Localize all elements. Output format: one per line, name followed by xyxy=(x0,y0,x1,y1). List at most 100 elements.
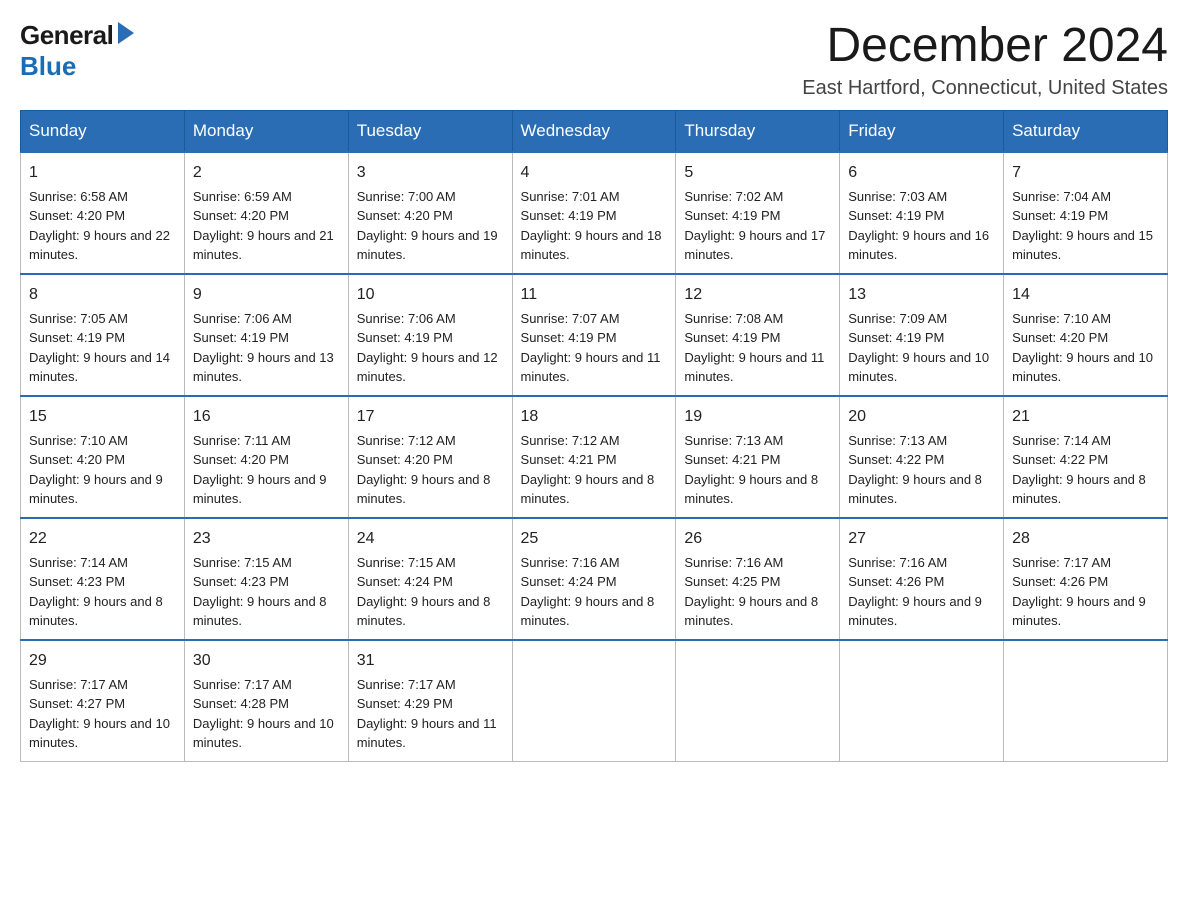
calendar-cell: 13 Sunrise: 7:09 AM Sunset: 4:19 PM Dayl… xyxy=(840,274,1004,396)
calendar-cell: 17 Sunrise: 7:12 AM Sunset: 4:20 PM Dayl… xyxy=(348,396,512,518)
header-tuesday: Tuesday xyxy=(348,110,512,152)
daylight-label: Daylight: 9 hours and 10 minutes. xyxy=(29,716,170,751)
daylight-label: Daylight: 9 hours and 8 minutes. xyxy=(357,472,491,507)
calendar-cell: 27 Sunrise: 7:16 AM Sunset: 4:26 PM Dayl… xyxy=(840,518,1004,640)
day-number: 9 xyxy=(193,283,340,307)
day-number: 29 xyxy=(29,649,176,673)
sunrise-label: Sunrise: 7:06 AM xyxy=(357,311,456,326)
daylight-label: Daylight: 9 hours and 11 minutes. xyxy=(357,716,497,751)
sunset-label: Sunset: 4:19 PM xyxy=(521,208,617,223)
daylight-label: Daylight: 9 hours and 10 minutes. xyxy=(1012,350,1153,385)
sunrise-label: Sunrise: 6:59 AM xyxy=(193,189,292,204)
logo: General Blue xyxy=(20,20,136,82)
sunset-label: Sunset: 4:19 PM xyxy=(848,208,944,223)
sunrise-label: Sunrise: 6:58 AM xyxy=(29,189,128,204)
sunset-label: Sunset: 4:23 PM xyxy=(193,574,289,589)
sunset-label: Sunset: 4:19 PM xyxy=(357,330,453,345)
sunrise-label: Sunrise: 7:17 AM xyxy=(193,677,292,692)
calendar-cell: 22 Sunrise: 7:14 AM Sunset: 4:23 PM Dayl… xyxy=(21,518,185,640)
calendar-header-row: Sunday Monday Tuesday Wednesday Thursday… xyxy=(21,110,1168,152)
sunset-label: Sunset: 4:20 PM xyxy=(193,452,289,467)
sunrise-label: Sunrise: 7:06 AM xyxy=(193,311,292,326)
daylight-label: Daylight: 9 hours and 15 minutes. xyxy=(1012,228,1153,263)
daylight-label: Daylight: 9 hours and 19 minutes. xyxy=(357,228,498,263)
sunrise-label: Sunrise: 7:17 AM xyxy=(29,677,128,692)
sunset-label: Sunset: 4:20 PM xyxy=(357,208,453,223)
sunset-label: Sunset: 4:19 PM xyxy=(193,330,289,345)
sunset-label: Sunset: 4:21 PM xyxy=(684,452,780,467)
calendar-cell: 16 Sunrise: 7:11 AM Sunset: 4:20 PM Dayl… xyxy=(184,396,348,518)
daylight-label: Daylight: 9 hours and 9 minutes. xyxy=(1012,594,1146,629)
day-number: 2 xyxy=(193,161,340,185)
calendar-cell: 8 Sunrise: 7:05 AM Sunset: 4:19 PM Dayli… xyxy=(21,274,185,396)
sunset-label: Sunset: 4:22 PM xyxy=(848,452,944,467)
sunset-label: Sunset: 4:19 PM xyxy=(684,330,780,345)
sunset-label: Sunset: 4:20 PM xyxy=(29,452,125,467)
day-number: 30 xyxy=(193,649,340,673)
calendar-week-3: 15 Sunrise: 7:10 AM Sunset: 4:20 PM Dayl… xyxy=(21,396,1168,518)
daylight-label: Daylight: 9 hours and 18 minutes. xyxy=(521,228,662,263)
sunset-label: Sunset: 4:25 PM xyxy=(684,574,780,589)
daylight-label: Daylight: 9 hours and 10 minutes. xyxy=(848,350,989,385)
calendar-cell: 11 Sunrise: 7:07 AM Sunset: 4:19 PM Dayl… xyxy=(512,274,676,396)
day-number: 23 xyxy=(193,527,340,551)
calendar-cell: 12 Sunrise: 7:08 AM Sunset: 4:19 PM Dayl… xyxy=(676,274,840,396)
calendar-cell xyxy=(512,640,676,762)
sunrise-label: Sunrise: 7:17 AM xyxy=(357,677,456,692)
header-thursday: Thursday xyxy=(676,110,840,152)
calendar-cell: 9 Sunrise: 7:06 AM Sunset: 4:19 PM Dayli… xyxy=(184,274,348,396)
sunrise-label: Sunrise: 7:14 AM xyxy=(1012,433,1111,448)
sunset-label: Sunset: 4:20 PM xyxy=(193,208,289,223)
logo-blue-text: Blue xyxy=(20,51,76,81)
day-number: 25 xyxy=(521,527,668,551)
calendar-cell: 31 Sunrise: 7:17 AM Sunset: 4:29 PM Dayl… xyxy=(348,640,512,762)
calendar-cell: 14 Sunrise: 7:10 AM Sunset: 4:20 PM Dayl… xyxy=(1004,274,1168,396)
sunrise-label: Sunrise: 7:10 AM xyxy=(1012,311,1111,326)
day-number: 11 xyxy=(521,283,668,307)
sunset-label: Sunset: 4:26 PM xyxy=(848,574,944,589)
calendar-cell: 20 Sunrise: 7:13 AM Sunset: 4:22 PM Dayl… xyxy=(840,396,1004,518)
day-number: 16 xyxy=(193,405,340,429)
daylight-label: Daylight: 9 hours and 11 minutes. xyxy=(684,350,824,385)
sunrise-label: Sunrise: 7:17 AM xyxy=(1012,555,1111,570)
calendar-cell: 24 Sunrise: 7:15 AM Sunset: 4:24 PM Dayl… xyxy=(348,518,512,640)
day-number: 21 xyxy=(1012,405,1159,429)
daylight-label: Daylight: 9 hours and 13 minutes. xyxy=(193,350,334,385)
sunrise-label: Sunrise: 7:05 AM xyxy=(29,311,128,326)
daylight-label: Daylight: 9 hours and 11 minutes. xyxy=(521,350,661,385)
sunset-label: Sunset: 4:23 PM xyxy=(29,574,125,589)
calendar-cell: 2 Sunrise: 6:59 AM Sunset: 4:20 PM Dayli… xyxy=(184,152,348,274)
day-number: 5 xyxy=(684,161,831,185)
sunset-label: Sunset: 4:24 PM xyxy=(521,574,617,589)
daylight-label: Daylight: 9 hours and 8 minutes. xyxy=(1012,472,1146,507)
sunrise-label: Sunrise: 7:08 AM xyxy=(684,311,783,326)
daylight-label: Daylight: 9 hours and 10 minutes. xyxy=(193,716,334,751)
calendar-cell: 28 Sunrise: 7:17 AM Sunset: 4:26 PM Dayl… xyxy=(1004,518,1168,640)
header-wednesday: Wednesday xyxy=(512,110,676,152)
calendar-cell: 6 Sunrise: 7:03 AM Sunset: 4:19 PM Dayli… xyxy=(840,152,1004,274)
sunset-label: Sunset: 4:29 PM xyxy=(357,696,453,711)
sunrise-label: Sunrise: 7:02 AM xyxy=(684,189,783,204)
sunset-label: Sunset: 4:19 PM xyxy=(1012,208,1108,223)
calendar-week-4: 22 Sunrise: 7:14 AM Sunset: 4:23 PM Dayl… xyxy=(21,518,1168,640)
daylight-label: Daylight: 9 hours and 9 minutes. xyxy=(193,472,327,507)
day-number: 13 xyxy=(848,283,995,307)
daylight-label: Daylight: 9 hours and 8 minutes. xyxy=(521,472,655,507)
sunset-label: Sunset: 4:19 PM xyxy=(684,208,780,223)
sunset-label: Sunset: 4:28 PM xyxy=(193,696,289,711)
sunrise-label: Sunrise: 7:15 AM xyxy=(357,555,456,570)
calendar-week-2: 8 Sunrise: 7:05 AM Sunset: 4:19 PM Dayli… xyxy=(21,274,1168,396)
daylight-label: Daylight: 9 hours and 8 minutes. xyxy=(848,472,982,507)
sunrise-label: Sunrise: 7:07 AM xyxy=(521,311,620,326)
calendar-cell xyxy=(840,640,1004,762)
calendar-cell: 30 Sunrise: 7:17 AM Sunset: 4:28 PM Dayl… xyxy=(184,640,348,762)
day-number: 17 xyxy=(357,405,504,429)
calendar-cell: 10 Sunrise: 7:06 AM Sunset: 4:19 PM Dayl… xyxy=(348,274,512,396)
calendar-cell: 21 Sunrise: 7:14 AM Sunset: 4:22 PM Dayl… xyxy=(1004,396,1168,518)
sunset-label: Sunset: 4:19 PM xyxy=(848,330,944,345)
calendar-week-5: 29 Sunrise: 7:17 AM Sunset: 4:27 PM Dayl… xyxy=(21,640,1168,762)
day-number: 31 xyxy=(357,649,504,673)
calendar-cell: 5 Sunrise: 7:02 AM Sunset: 4:19 PM Dayli… xyxy=(676,152,840,274)
logo-arrow-icon xyxy=(116,20,136,51)
sunset-label: Sunset: 4:24 PM xyxy=(357,574,453,589)
